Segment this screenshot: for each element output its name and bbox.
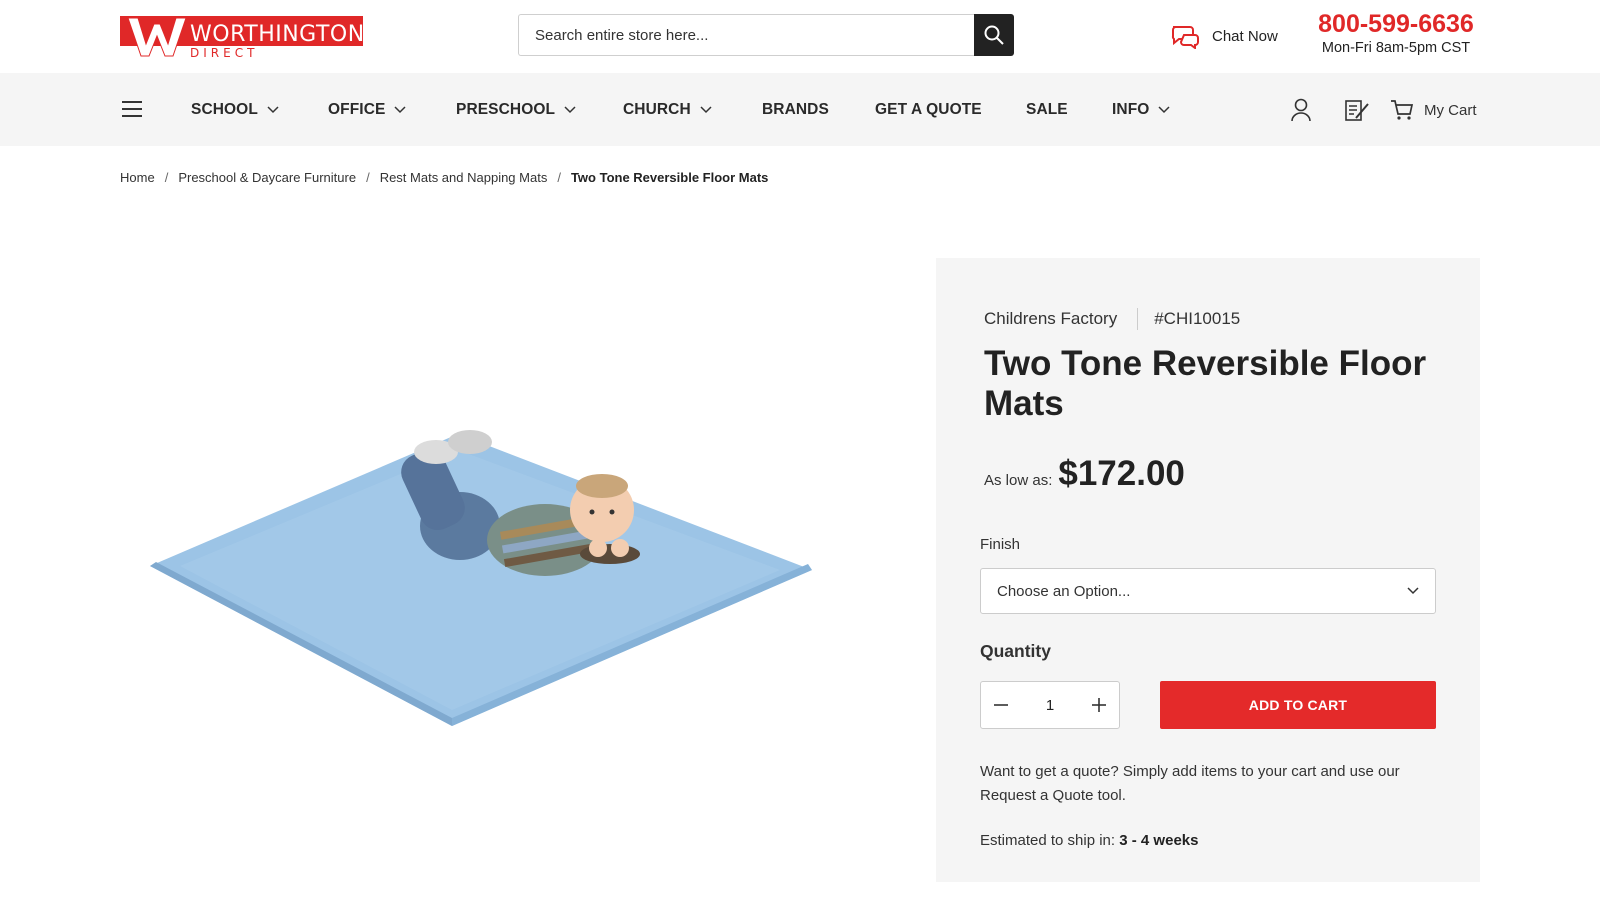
breadcrumb-home[interactable]: Home [120, 170, 155, 185]
chevron-down-icon [700, 106, 712, 114]
site-logo[interactable]: WORTHINGTON DIRECT [120, 14, 364, 60]
nav-label: INFO [1112, 101, 1150, 118]
nav-item-preschool[interactable]: PRESCHOOL [456, 99, 576, 121]
product-image[interactable] [140, 420, 820, 740]
nav-label: PRESCHOOL [456, 101, 556, 118]
search-bar [518, 14, 1014, 56]
minus-icon[interactable] [993, 697, 1009, 713]
divider [1137, 308, 1139, 330]
quote-info-text: Want to get a quote? Simply add items to… [980, 763, 1400, 804]
finish-select[interactable]: Choose an Option... [980, 568, 1436, 614]
nav-item-sale[interactable]: SALE [1026, 99, 1068, 121]
quote-list-button[interactable] [1344, 97, 1370, 123]
price-row: As low as: $172.00 [984, 454, 1185, 494]
search-icon [984, 25, 1004, 45]
svg-text:DIRECT: DIRECT [190, 46, 258, 58]
quote-list-icon [1345, 100, 1369, 121]
breadcrumb-current: Two Tone Reversible Floor Mats [570, 170, 769, 185]
chevron-down-icon [267, 106, 279, 114]
business-hours: Mon-Fri 8am-5pm CST [1321, 40, 1471, 56]
breadcrumb-preschool-furniture[interactable]: Preschool & Daycare Furniture [178, 170, 356, 185]
search-input[interactable] [518, 14, 974, 56]
plus-icon[interactable] [1091, 697, 1107, 713]
nav-label: GET A QUOTE [875, 101, 982, 118]
account-button[interactable] [1290, 97, 1312, 123]
brand-name[interactable]: Childrens Factory [984, 309, 1117, 329]
brand-sku-row: Childrens Factory #CHI10015 [984, 308, 1240, 330]
price-label: As low as: [984, 472, 1053, 489]
search-button[interactable] [974, 14, 1014, 56]
quantity-label: Quantity [980, 641, 1051, 661]
chat-icon [1171, 26, 1199, 49]
breadcrumb-separator: / [366, 170, 370, 185]
nav-item-brands[interactable]: BRANDS [762, 99, 829, 121]
phone-number[interactable]: 800-599-6636 [1312, 9, 1480, 39]
add-to-cart-button[interactable]: ADD TO CART [1160, 681, 1436, 729]
ship-value: 3 - 4 weeks [1119, 832, 1199, 849]
main-nav: SCHOOL OFFICE PRESCHOOL CHURCH BRANDS GE… [0, 73, 1600, 146]
chevron-down-icon [394, 106, 406, 114]
nav-label: SALE [1026, 101, 1068, 118]
finish-select-value: Choose an Option... [997, 582, 1131, 600]
product-sku: #CHI10015 [1154, 309, 1241, 328]
nav-item-get-a-quote[interactable]: GET A QUOTE [875, 99, 982, 121]
cart-label: My Cart [1424, 101, 1477, 119]
chevron-down-icon [564, 106, 576, 114]
chevron-down-icon [1158, 106, 1170, 114]
breadcrumb: Home / Preschool & Daycare Furniture / R… [120, 170, 768, 185]
breadcrumb-rest-mats[interactable]: Rest Mats and Napping Mats [380, 170, 548, 185]
nav-label: CHURCH [623, 101, 691, 118]
nav-item-school[interactable]: SCHOOL [191, 99, 279, 121]
my-cart-button[interactable]: My Cart [1390, 97, 1477, 123]
nav-label: SCHOOL [191, 101, 258, 118]
quantity-stepper: 1 [980, 681, 1120, 729]
breadcrumb-separator: / [557, 170, 561, 185]
finish-label: Finish [980, 536, 1021, 553]
cart-icon [1391, 100, 1414, 120]
ship-label: Estimated to ship in: [980, 832, 1116, 849]
user-icon [1291, 98, 1311, 122]
chat-label: Chat Now [1212, 27, 1278, 45]
contact-info: 800-599-6636 Mon-Fri 8am-5pm CST [1312, 9, 1480, 57]
quantity-input[interactable]: 1 [1030, 697, 1070, 714]
hamburger-menu-icon[interactable] [121, 99, 143, 119]
product-title: Two Tone Reversible Floor Mats [984, 344, 1427, 423]
logo-text: WORTHINGTON [190, 22, 363, 47]
nav-item-office[interactable]: OFFICE [328, 99, 406, 121]
chevron-down-icon [1407, 587, 1419, 595]
header-top: WORTHINGTON DIRECT Chat Now 800-599-6636… [0, 0, 1600, 73]
nav-item-info[interactable]: INFO [1112, 99, 1170, 121]
product-price: $172.00 [1058, 454, 1185, 493]
nav-label: OFFICE [328, 101, 386, 118]
nav-label: BRANDS [762, 101, 829, 118]
breadcrumb-separator: / [164, 170, 169, 185]
chat-now-link[interactable]: Chat Now [1170, 22, 1278, 50]
nav-item-church[interactable]: CHURCH [623, 99, 712, 121]
ship-estimate: Estimated to ship in: 3 - 4 weeks [980, 832, 1198, 849]
product-info-panel: Childrens Factory #CHI10015 Two Tone Rev… [936, 258, 1480, 882]
